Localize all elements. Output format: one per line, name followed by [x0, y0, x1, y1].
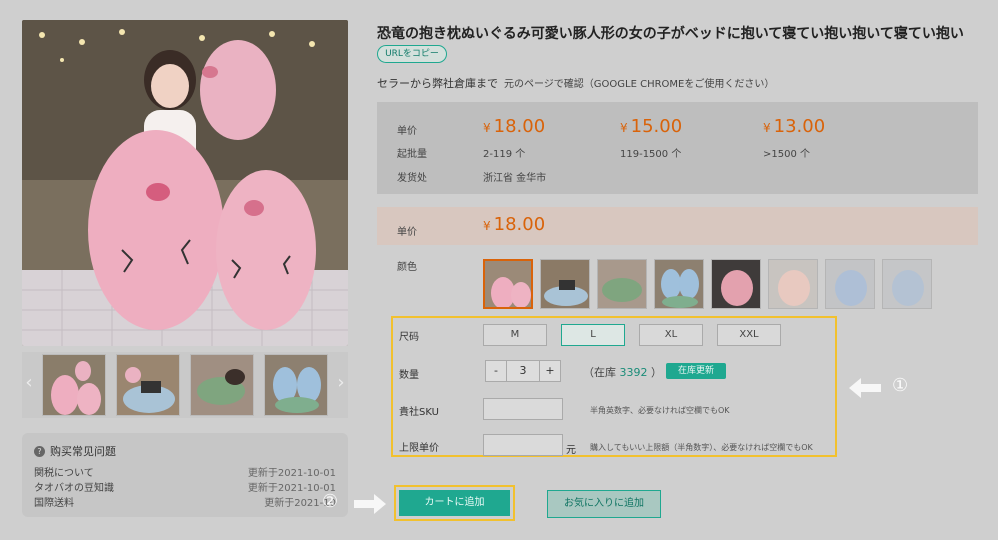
limit-price-hint: 購入してもいい上限額（半角数字）、必要なければ空欄でもOK — [590, 443, 813, 452]
quantity-input[interactable]: 3 — [507, 360, 539, 382]
stock-count: 3392 — [619, 366, 648, 379]
thumbnail-2[interactable] — [116, 354, 180, 416]
sku-label: 貴社SKU — [399, 407, 439, 418]
cart-highlight: カートに追加 — [394, 485, 515, 521]
left-arrow-icon — [849, 378, 883, 402]
limit-price-unit: 元 — [566, 445, 576, 456]
product-title: 恐竜の抱き枕ぬいぐるみ可愛い豚人形の女の子がベッドに抱いて寝てい抱い抱いて寝てい… — [377, 26, 964, 42]
faq-item-title[interactable]: タオバオの豆知識 — [34, 481, 114, 496]
unit-price-label: 单价 — [397, 227, 417, 238]
unit-price-box: 单价 ¥18.00 — [377, 207, 978, 245]
size-option-l[interactable]: L — [561, 324, 625, 346]
tier-price: ¥18.00 — [483, 116, 546, 137]
color-swatch[interactable] — [654, 259, 704, 309]
quantity-increment-button[interactable]: + — [539, 360, 561, 382]
tier-range: 2-119 个 — [483, 149, 526, 160]
tier-price: ¥13.00 — [763, 116, 826, 137]
tier-price: ¥15.00 — [620, 116, 683, 137]
color-swatch[interactable] — [483, 259, 533, 309]
thumbnail-1[interactable] — [42, 354, 106, 416]
size-option-xl[interactable]: XL — [639, 324, 703, 346]
limit-price-label: 上限单价 — [399, 443, 439, 454]
unit-price-value: ¥18.00 — [483, 214, 546, 235]
color-swatch[interactable] — [711, 259, 761, 309]
chevron-right-icon[interactable]: › — [334, 372, 348, 393]
faq-item-title[interactable]: 関税について — [34, 466, 94, 481]
tier-range: 119-1500 个 — [620, 149, 682, 160]
color-label: 颜色 — [397, 262, 417, 273]
faq-panel: ? 购买常见问题 関税について 更新于2021-10-01 タオバオの豆知識 更… — [22, 433, 348, 517]
size-label: 尺码 — [399, 332, 419, 343]
color-swatch[interactable] — [882, 259, 932, 309]
thumbnail-4[interactable] — [264, 354, 328, 416]
faq-item-title[interactable]: 国際送料 — [34, 496, 74, 511]
faq-heading: ? 购买常见问题 — [34, 443, 336, 459]
faq-heading-text: 购买常见问题 — [50, 445, 116, 458]
ship-from-label: 发货处 — [397, 173, 427, 184]
ship-from-value: 浙江省 金华市 — [483, 173, 547, 184]
question-icon: ? — [34, 445, 45, 457]
copy-url-button[interactable]: URLをコピー — [377, 45, 447, 63]
warehouse-note-small: 元のページで確認（GOOGLE CHROMEをご使用ください） — [504, 79, 775, 90]
thumbnail-carousel: ‹ › — [22, 352, 348, 418]
faq-item[interactable]: 国際送料 更新于2021-10 — [34, 496, 336, 511]
sku-input[interactable] — [483, 398, 563, 420]
faq-item[interactable]: 関税について 更新于2021-10-01 — [34, 466, 336, 481]
add-to-cart-button[interactable]: カートに追加 — [399, 490, 510, 516]
marker-one: ① — [892, 375, 909, 396]
add-to-favorites-button[interactable]: お気に入りに追加 — [547, 490, 661, 518]
stock-info: （在库 3392 ） — [583, 366, 662, 379]
faq-item-date: 更新于2021-10-01 — [247, 468, 336, 479]
quantity-label: 数量 — [399, 370, 419, 381]
main-product-image — [22, 20, 348, 346]
marker-two: ② — [322, 491, 339, 512]
price-tier-box: 单价 起批量 发货处 ¥18.00 ¥15.00 ¥13.00 2-119 个 … — [377, 102, 978, 194]
sku-hint: 半角英数字、必要なければ空欄でもOK — [590, 406, 730, 415]
price-label: 单价 — [397, 126, 417, 137]
moq-label: 起批量 — [397, 149, 427, 160]
thumbnail-3[interactable] — [190, 354, 254, 416]
options-box: 尺码 M L XL XXL 数量 - 3 + （在库 3392 ） 在库更新 貴… — [391, 316, 837, 457]
warehouse-note: セラーから弊社倉庫まで 元のページで確認（GOOGLE CHROMEをご使用くださ… — [377, 75, 774, 91]
size-option-m[interactable]: M — [483, 324, 547, 346]
right-arrow-icon — [352, 494, 386, 518]
faq-item[interactable]: タオバオの豆知識 更新于2021-10-01 — [34, 481, 336, 496]
warehouse-note-text: セラーから弊社倉庫まで — [377, 77, 498, 90]
quantity-decrement-button[interactable]: - — [485, 360, 507, 382]
color-swatch[interactable] — [597, 259, 647, 309]
chevron-left-icon[interactable]: ‹ — [22, 372, 36, 393]
color-swatch[interactable] — [768, 259, 818, 309]
refresh-stock-button[interactable]: 在库更新 — [666, 363, 726, 379]
color-swatch[interactable] — [540, 259, 590, 309]
limit-price-input[interactable] — [483, 434, 563, 456]
size-option-xxl[interactable]: XXL — [717, 324, 781, 346]
tier-range: >1500 个 — [763, 149, 811, 160]
color-swatch[interactable] — [825, 259, 875, 309]
